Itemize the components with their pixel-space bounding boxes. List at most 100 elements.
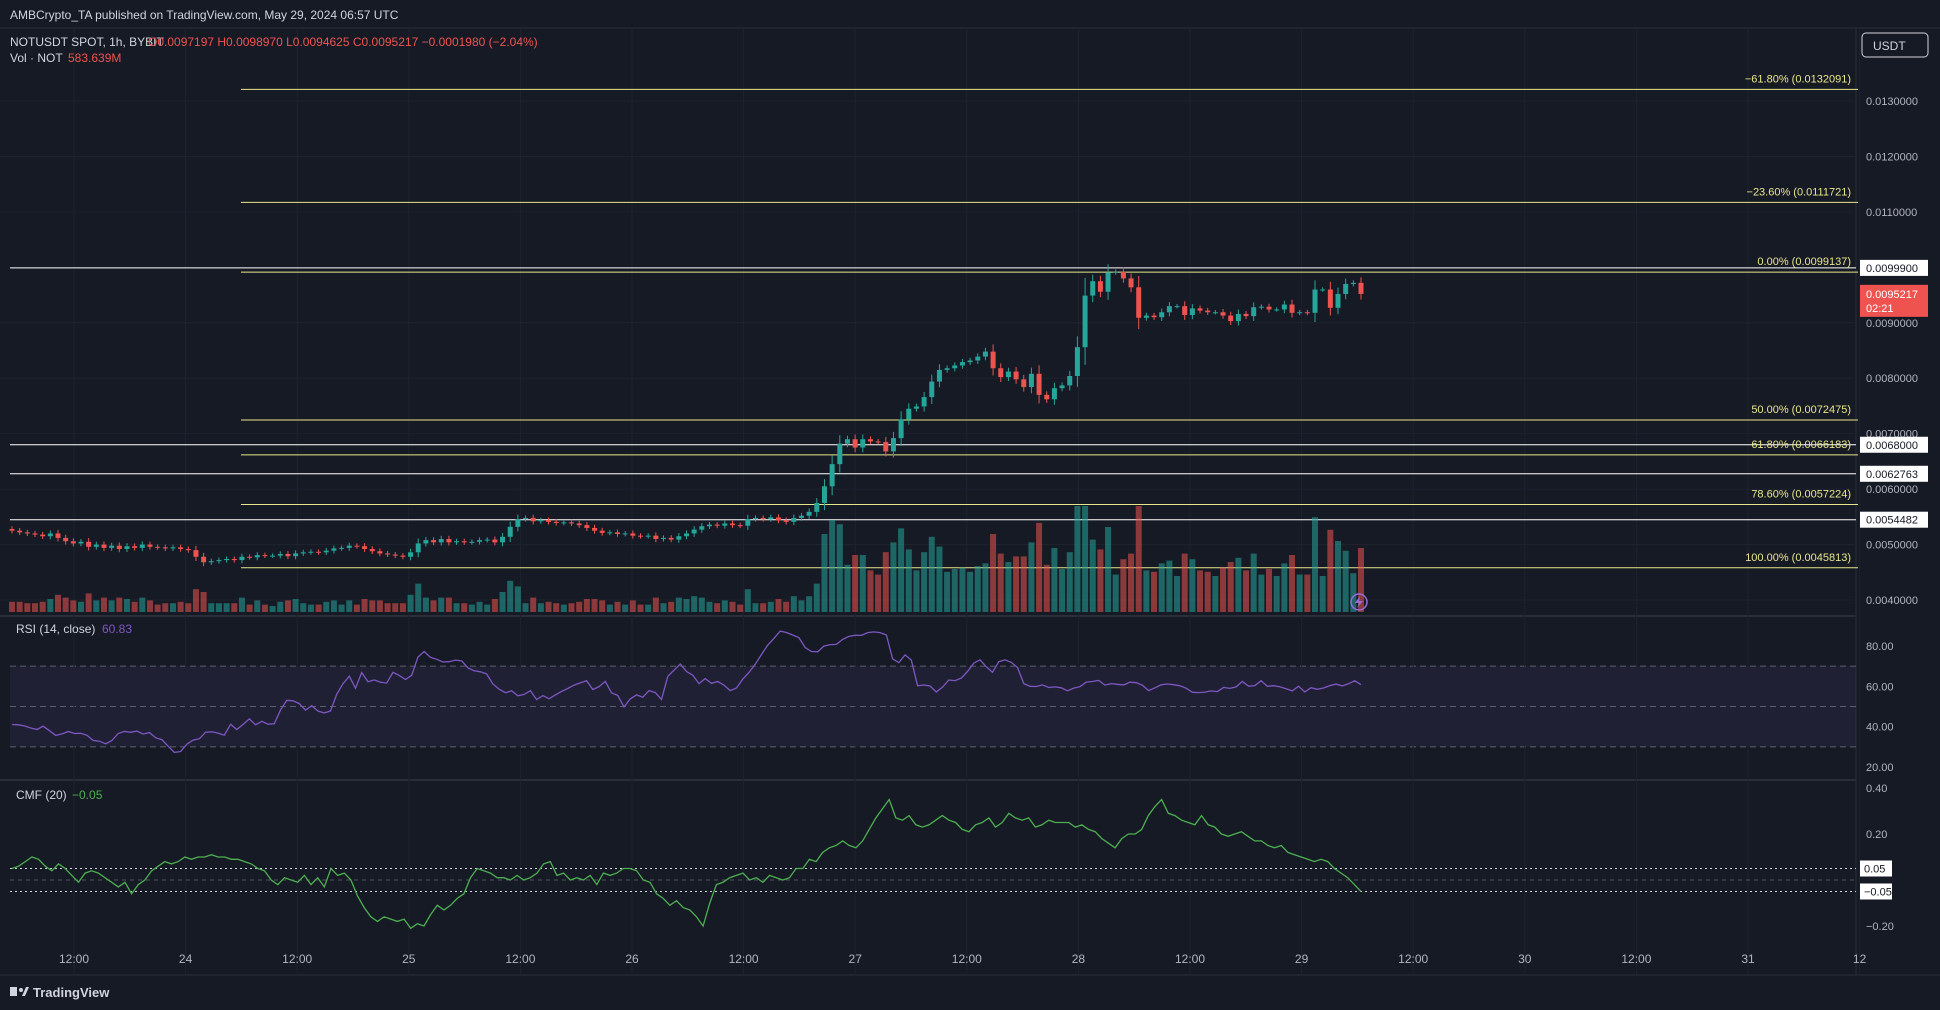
candle-body[interactable]: [837, 443, 843, 465]
candle-body[interactable]: [1258, 306, 1264, 308]
candle-body[interactable]: [1343, 283, 1349, 294]
candle-body[interactable]: [791, 517, 797, 522]
candle-body[interactable]: [959, 362, 965, 366]
candle-body[interactable]: [1136, 287, 1142, 318]
candle-body[interactable]: [1304, 312, 1310, 314]
candle-body[interactable]: [423, 540, 429, 544]
candle-body[interactable]: [1358, 282, 1364, 294]
candle-body[interactable]: [500, 536, 506, 543]
candle-body[interactable]: [883, 441, 889, 452]
candle-body[interactable]: [1312, 289, 1318, 313]
candle-body[interactable]: [339, 547, 345, 549]
candle-body[interactable]: [408, 552, 414, 557]
candle-body[interactable]: [615, 532, 621, 535]
candle-body[interactable]: [170, 547, 176, 549]
candle-body[interactable]: [844, 439, 850, 444]
candle-body[interactable]: [1212, 312, 1218, 314]
candle-body[interactable]: [201, 556, 207, 563]
candle-body[interactable]: [1074, 347, 1080, 377]
candle-body[interactable]: [982, 351, 988, 357]
candle-body[interactable]: [1220, 312, 1226, 316]
candle-body[interactable]: [622, 533, 628, 535]
candle-body[interactable]: [829, 464, 835, 487]
candle-body[interactable]: [1235, 313, 1241, 322]
candle-body[interactable]: [78, 541, 84, 544]
candle-body[interactable]: [247, 556, 253, 558]
candle-body[interactable]: [814, 502, 820, 512]
candle-body[interactable]: [553, 521, 559, 523]
candle-body[interactable]: [1013, 371, 1019, 380]
candle-body[interactable]: [1320, 289, 1326, 291]
candle-body[interactable]: [668, 537, 674, 540]
rsi-label[interactable]: RSI (14, close): [16, 622, 95, 636]
candle-body[interactable]: [737, 525, 743, 527]
time-axis[interactable]: 12:00 24 12:00 25 12:00 26 12:00 27 12:00 28 12:00…: [59, 952, 1867, 966]
candle-body[interactable]: [630, 533, 636, 536]
candle-body[interactable]: [354, 545, 360, 547]
candle-body[interactable]: [890, 438, 896, 452]
candle-body[interactable]: [1005, 371, 1011, 378]
candle-body[interactable]: [546, 520, 552, 522]
candle-body[interactable]: [1044, 394, 1050, 400]
trading-chart[interactable]: −61.80% (0.0132091) −23.60% (0.0111721) 0.…: [0, 0, 1940, 1010]
candle-body[interactable]: [1159, 312, 1165, 318]
candle-body[interactable]: [139, 544, 145, 548]
candle-body[interactable]: [116, 545, 122, 549]
candle-body[interactable]: [714, 524, 720, 526]
candle-body[interactable]: [921, 397, 927, 407]
candle-body[interactable]: [438, 539, 444, 543]
candle-body[interactable]: [967, 360, 973, 363]
candle-body[interactable]: [132, 546, 138, 548]
candle-body[interactable]: [216, 560, 222, 562]
candle-body[interactable]: [507, 526, 513, 537]
candle-body[interactable]: [323, 550, 329, 553]
candle-body[interactable]: [55, 533, 61, 538]
candle-body[interactable]: [906, 408, 912, 420]
candle-body[interactable]: [331, 548, 337, 551]
candle-body[interactable]: [599, 530, 605, 533]
candle-body[interactable]: [24, 532, 30, 534]
candle-body[interactable]: [676, 536, 682, 540]
candle-body[interactable]: [944, 368, 950, 370]
candle-body[interactable]: [93, 544, 99, 547]
candle-body[interactable]: [446, 539, 452, 543]
candle-body[interactable]: [661, 537, 667, 540]
candle-body[interactable]: [377, 551, 383, 554]
candle-body[interactable]: [385, 553, 391, 555]
candle-body[interactable]: [300, 552, 306, 554]
candle-body[interactable]: [316, 551, 322, 553]
candle-body[interactable]: [1243, 313, 1249, 317]
candle-body[interactable]: [17, 530, 23, 533]
candle-body[interactable]: [523, 517, 529, 520]
candle-body[interactable]: [208, 561, 214, 563]
cmf-label[interactable]: CMF (20): [16, 788, 67, 802]
candle-body[interactable]: [952, 365, 958, 369]
candle-body[interactable]: [852, 439, 858, 448]
candle-body[interactable]: [293, 553, 299, 557]
candle-body[interactable]: [729, 523, 735, 526]
candle-body[interactable]: [684, 533, 689, 537]
candle-body[interactable]: [768, 517, 774, 520]
candle-body[interactable]: [691, 529, 697, 534]
candle-body[interactable]: [147, 544, 153, 547]
tradingview-logo[interactable]: TradingView: [10, 985, 110, 1000]
candle-body[interactable]: [70, 541, 76, 544]
candle-body[interactable]: [1151, 315, 1157, 318]
candle-body[interactable]: [239, 556, 245, 561]
candle-body[interactable]: [584, 525, 590, 528]
candle-body[interactable]: [262, 555, 268, 557]
candle-body[interactable]: [1067, 376, 1073, 386]
candle-body[interactable]: [1266, 306, 1272, 310]
candle-body[interactable]: [1021, 379, 1027, 388]
candle-body[interactable]: [124, 546, 130, 549]
candle-body[interactable]: [109, 545, 115, 548]
candle-body[interactable]: [706, 524, 712, 527]
candle-body[interactable]: [530, 517, 536, 522]
candle-body[interactable]: [63, 537, 69, 542]
candle-body[interactable]: [277, 553, 283, 556]
candle-body[interactable]: [193, 550, 199, 557]
candle-body[interactable]: [1327, 289, 1333, 308]
candle-body[interactable]: [1143, 315, 1149, 318]
candle-body[interactable]: [47, 533, 53, 537]
candle-body[interactable]: [1090, 281, 1096, 296]
